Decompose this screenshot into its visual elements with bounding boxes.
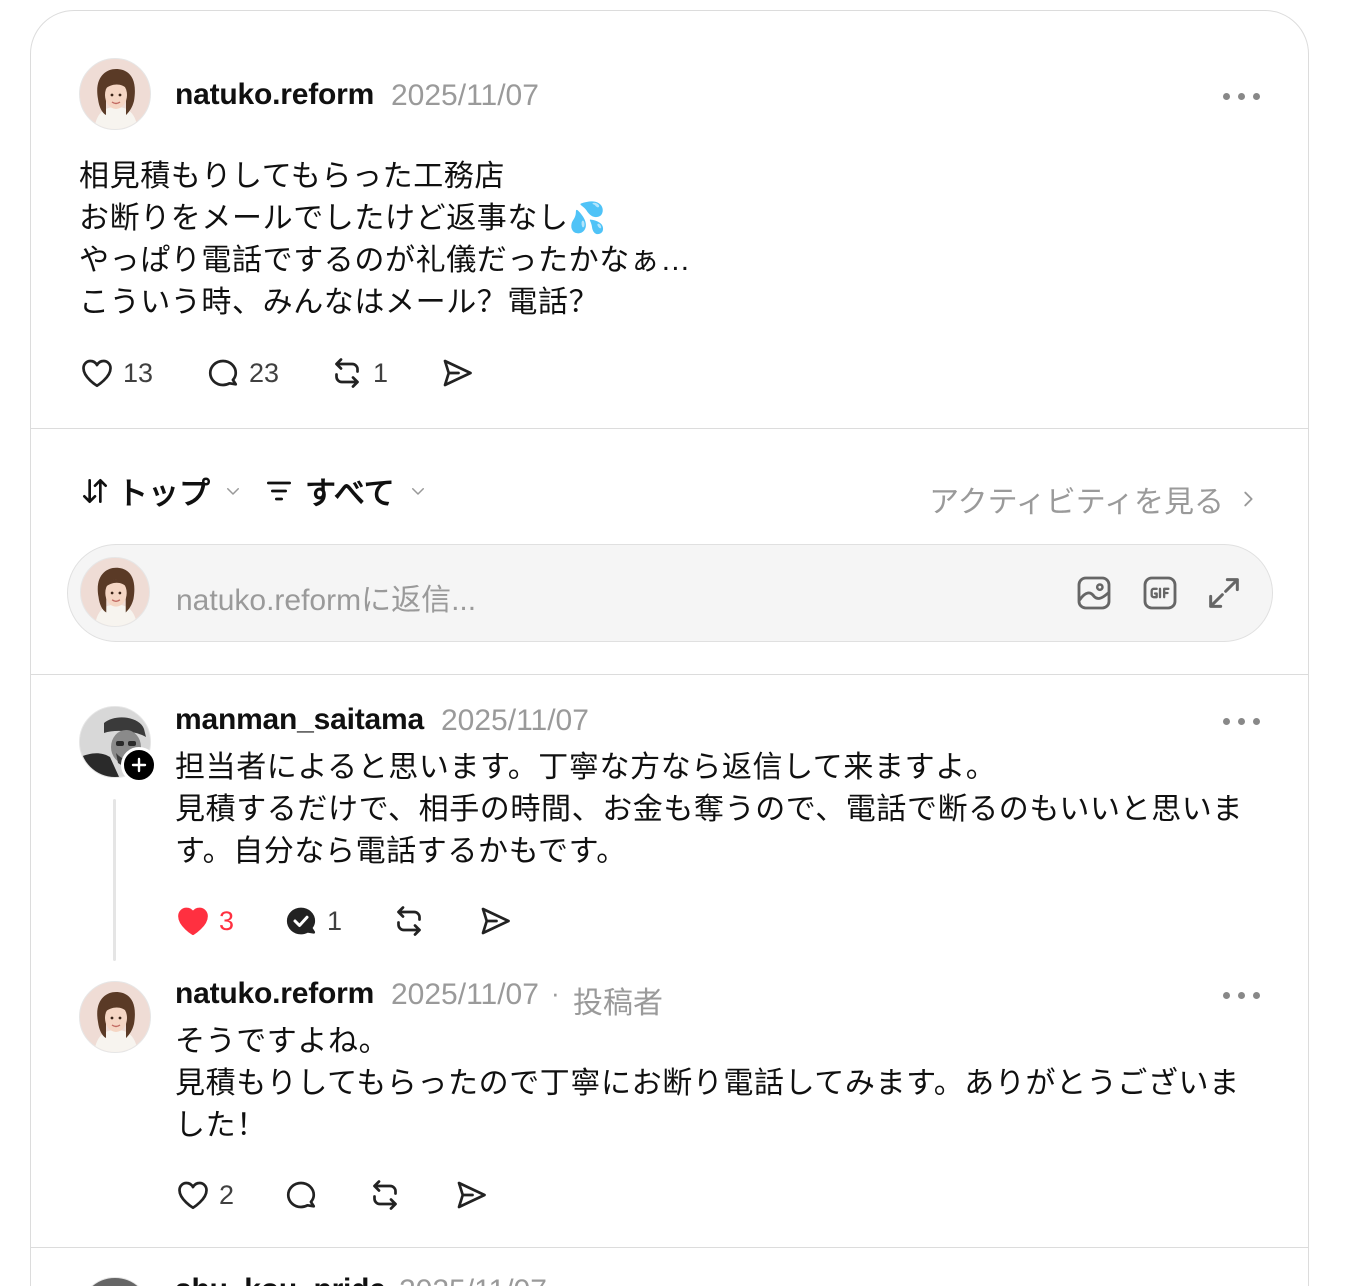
comment-check-icon <box>286 907 316 935</box>
chevron-right-icon <box>1244 491 1253 507</box>
repost-button[interactable] <box>391 901 427 941</box>
share-button[interactable] <box>439 353 475 393</box>
repost-icon <box>335 358 359 388</box>
gif-icon[interactable] <box>1140 573 1180 613</box>
more-dots-icon[interactable] <box>1221 711 1261 731</box>
more-dots-icon[interactable] <box>1221 985 1261 1005</box>
reply-date[interactable]: 2025/11/07 <box>441 704 589 738</box>
meta-separator: · <box>551 978 560 1008</box>
like-count: 13 <box>123 357 154 388</box>
post-date[interactable]: 2025/11/07 <box>391 79 539 113</box>
post-username[interactable]: natuko.reform <box>175 78 374 112</box>
avatar[interactable] <box>79 58 151 130</box>
reply-date[interactable]: 2025/11/07 <box>391 978 539 1012</box>
share-button[interactable] <box>453 1175 489 1215</box>
divider <box>31 428 1308 429</box>
view-activity-link[interactable]: アクティビティを見る <box>929 477 1256 521</box>
chevron-down-icon <box>411 487 424 495</box>
avatar-image <box>81 558 150 627</box>
expand-icon[interactable] <box>1204 573 1244 613</box>
reply-username[interactable]: shu_kou_pride <box>175 1273 386 1286</box>
avatar[interactable] <box>79 1277 151 1286</box>
activity-label: アクティビティを見る <box>929 486 1224 519</box>
sort-label: トップ <box>117 476 210 511</box>
more-dots-icon[interactable] <box>1221 86 1261 106</box>
send-icon <box>443 359 472 387</box>
sort-arrows-icon <box>83 478 107 503</box>
image-icon[interactable] <box>1074 573 1114 613</box>
comment-button[interactable]: 23 <box>205 353 279 393</box>
filter-label: すべて <box>305 476 395 511</box>
plus-icon <box>131 757 147 773</box>
filter-lines-icon <box>267 481 291 500</box>
comment-count: 23 <box>249 357 280 388</box>
repost-button[interactable] <box>367 1175 403 1215</box>
comment-button[interactable] <box>283 1175 319 1215</box>
avatar-image <box>80 59 151 130</box>
like-count: 3 <box>219 905 235 936</box>
heart-icon <box>178 1181 208 1210</box>
send-icon <box>481 907 510 935</box>
repost-button[interactable]: 1 <box>329 353 388 393</box>
reply-text: 担当者によると思います。丁寧な方なら返信して来ますよ。 見積するだけで、相手の時… <box>175 751 1243 868</box>
comment-bubble-icon <box>286 1181 316 1209</box>
reply-text: そうですよね。 見積もりしてもらったので丁寧にお断り電話してみます。ありがとうご… <box>175 1025 1240 1142</box>
post-text: 相見積もりしてもらった工務店 お断りをメールでしたけど返事なし💦 やっぱり電話で… <box>79 160 691 319</box>
avatar <box>80 557 150 627</box>
avatar-image <box>80 982 151 1053</box>
comment-button[interactable]: 1 <box>283 901 342 941</box>
like-button[interactable]: 3 <box>175 901 234 941</box>
filter-dropdown[interactable]: すべて <box>263 468 427 513</box>
author-tag: 投稿者 <box>573 987 663 1020</box>
repost-count: 1 <box>373 357 389 388</box>
thread-card: natuko.reform 2025/11/07 相見積もりしてもらった工務店 … <box>30 10 1309 1286</box>
follow-button[interactable] <box>121 747 157 783</box>
share-button[interactable] <box>477 901 513 941</box>
repost-icon <box>397 906 421 936</box>
divider <box>31 674 1308 675</box>
like-button[interactable]: 13 <box>79 353 153 393</box>
reply-input[interactable]: natuko.reformに返信... <box>176 575 476 619</box>
reply-username[interactable]: manman_saitama <box>175 703 424 737</box>
chevron-down-icon <box>227 487 239 495</box>
thread-line <box>113 799 116 961</box>
reply-username[interactable]: natuko.reform <box>175 977 374 1011</box>
like-button[interactable]: 2 <box>175 1175 234 1215</box>
heart-filled-icon <box>178 907 208 936</box>
divider <box>31 1247 1308 1248</box>
comment-count: 1 <box>327 905 343 936</box>
heart-icon <box>82 359 112 388</box>
reply-composer[interactable]: natuko.reformに返信... <box>67 544 1273 642</box>
send-icon <box>457 1181 486 1209</box>
like-count: 2 <box>219 1179 235 1210</box>
sort-dropdown[interactable]: トップ <box>79 468 242 513</box>
avatar[interactable] <box>79 981 151 1053</box>
comment-bubble-icon <box>208 359 238 387</box>
repost-icon <box>373 1180 397 1210</box>
reply-date[interactable]: 2025/11/07 <box>399 1274 547 1286</box>
